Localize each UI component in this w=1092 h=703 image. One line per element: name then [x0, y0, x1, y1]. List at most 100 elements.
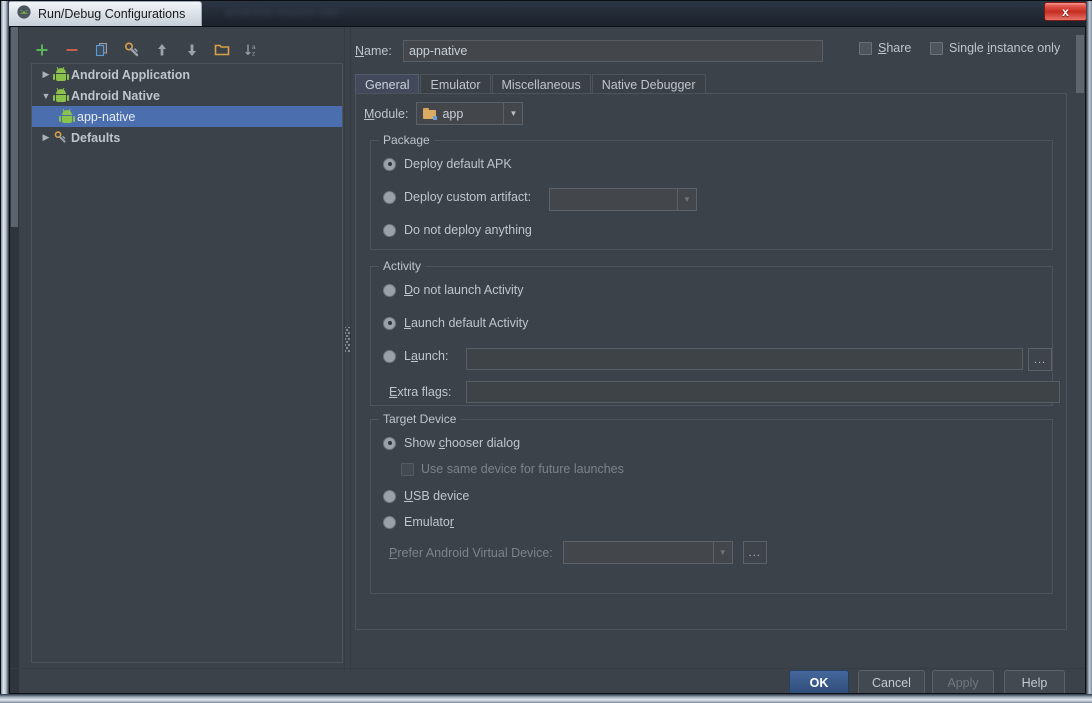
- configurations-tree[interactable]: ▶ Android Application ▼ Android Native a…: [31, 63, 343, 663]
- window-frame-right: [1086, 1, 1092, 702]
- radio-label: Deploy default APK: [404, 157, 512, 171]
- tab-emulator[interactable]: Emulator: [420, 74, 491, 94]
- checkbox-box[interactable]: [401, 462, 414, 476]
- tab-general[interactable]: General: [355, 74, 420, 94]
- help-button[interactable]: Help: [1004, 670, 1065, 696]
- module-dropdown-value: app: [417, 107, 503, 121]
- radio-button[interactable]: [383, 190, 396, 204]
- tree-node-label: Android Application: [71, 67, 190, 82]
- prefer-avd-browse-button[interactable]: ...: [742, 541, 767, 564]
- radio-button[interactable]: [383, 316, 396, 330]
- radio-label: Launch:: [404, 349, 449, 363]
- activity-group-title: Activity: [379, 259, 426, 273]
- right-scrollbar[interactable]: [1075, 27, 1085, 693]
- left-scrollbar-thumb[interactable]: [11, 27, 18, 227]
- tree-node-android-native[interactable]: ▼ Android Native: [32, 85, 342, 106]
- module-row: Module: app ▼: [364, 102, 524, 125]
- share-checkbox[interactable]: Share: [859, 41, 911, 55]
- chevron-down-icon[interactable]: ▼: [503, 103, 522, 124]
- radio-label: Show chooser dialog: [404, 436, 521, 450]
- radio-emulator[interactable]: Emulator: [383, 515, 454, 529]
- dialog-footer: OK Cancel Apply Help: [10, 670, 1085, 696]
- launch-activity-browse-button[interactable]: ...: [1028, 348, 1052, 371]
- radio-launch-specific-activity[interactable]: Launch:: [383, 349, 449, 363]
- prefer-avd-label: Prefer Android Virtual Device:: [389, 545, 553, 560]
- tab-native-debugger[interactable]: Native Debugger: [591, 74, 706, 94]
- apply-button[interactable]: Apply: [932, 670, 994, 696]
- prefer-avd-row: Prefer Android Virtual Device: ▼ ...: [389, 541, 767, 564]
- single-instance-only-checkbox[interactable]: Single instance only: [930, 41, 1060, 55]
- left-scrollbar[interactable]: [10, 27, 19, 693]
- radio-button[interactable]: [383, 157, 396, 171]
- radio-usb-device[interactable]: USB device: [383, 489, 469, 503]
- edit-defaults-wrench-icon[interactable]: [121, 40, 142, 61]
- title-bar: android-studio-ide Run/Debug Configurati…: [0, 0, 1092, 27]
- tree-node-label: Defaults: [71, 130, 121, 145]
- tree-node-defaults[interactable]: ▶ Defaults: [32, 127, 342, 148]
- radio-do-not-launch-activity[interactable]: Do not launch Activity: [383, 283, 524, 297]
- use-same-device-checkbox[interactable]: Use same device for future launches: [401, 462, 624, 476]
- radio-button[interactable]: [383, 349, 396, 363]
- tree-node-label: app-native: [77, 109, 136, 124]
- tree-node-app-native[interactable]: app-native: [32, 106, 342, 127]
- custom-artifact-dropdown[interactable]: ▼: [549, 188, 697, 211]
- radio-button[interactable]: [383, 436, 396, 450]
- radio-label: Deploy custom artifact:: [404, 190, 532, 204]
- launch-activity-input[interactable]: [466, 348, 1023, 370]
- close-icon[interactable]: x: [1044, 2, 1087, 21]
- tab-miscellaneous[interactable]: Miscellaneous: [491, 74, 591, 94]
- chevron-down-icon[interactable]: ▼: [712, 542, 732, 563]
- radio-deploy-default-apk[interactable]: Deploy default APK: [383, 157, 512, 171]
- expand-collapse-icon[interactable]: ▶: [38, 132, 54, 143]
- create-folder-icon[interactable]: [211, 40, 232, 61]
- right-scrollbar-thumb[interactable]: [1076, 35, 1084, 93]
- module-dropdown[interactable]: app ▼: [416, 102, 524, 125]
- name-label: Name:: [355, 44, 392, 58]
- prefer-avd-dropdown[interactable]: ▼: [562, 541, 733, 564]
- configurations-panel: a z ▶ Android Application ▼ Android Nati…: [19, 27, 343, 672]
- radio-button[interactable]: [383, 515, 396, 529]
- configurations-toolbar: a z: [31, 37, 262, 63]
- radio-show-chooser-dialog[interactable]: Show chooser dialog: [383, 436, 520, 450]
- configuration-editor-panel: Name: app-native Share Single instance o…: [346, 27, 1076, 672]
- share-label: Share: [878, 41, 912, 55]
- checkbox-box[interactable]: [930, 41, 943, 55]
- tree-node-android-application[interactable]: ▶ Android Application: [32, 64, 342, 85]
- extra-flags-input[interactable]: [466, 381, 1060, 403]
- copy-configuration-icon[interactable]: [91, 40, 112, 61]
- window-frame-left: [1, 1, 9, 702]
- move-up-icon[interactable]: [151, 40, 172, 61]
- move-down-icon[interactable]: [181, 40, 202, 61]
- expand-collapse-icon[interactable]: ▼: [38, 91, 54, 101]
- add-configuration-button[interactable]: [31, 40, 52, 61]
- module-value-text: app: [442, 106, 464, 121]
- radio-label: USB device: [404, 489, 470, 503]
- use-same-device-label: Use same device for future launches: [421, 462, 624, 476]
- radio-deploy-custom-artifact[interactable]: Deploy custom artifact:: [383, 190, 531, 204]
- background-window-title: android-studio-ide: [225, 5, 340, 19]
- package-group: Package Deploy default APK Deploy custom…: [370, 133, 1053, 250]
- remove-configuration-button[interactable]: [61, 40, 82, 61]
- run-debug-configurations-window: android-studio-ide Run/Debug Configurati…: [0, 0, 1092, 703]
- radio-do-not-deploy-anything[interactable]: Do not deploy anything: [383, 223, 532, 237]
- chevron-down-icon[interactable]: ▼: [677, 189, 696, 210]
- radio-launch-default-activity[interactable]: Launch default Activity: [383, 316, 528, 330]
- ok-button[interactable]: OK: [789, 670, 849, 696]
- radio-button[interactable]: [383, 283, 396, 297]
- expand-collapse-icon[interactable]: ▶: [38, 69, 54, 80]
- window-title: Run/Debug Configurations: [38, 7, 186, 21]
- android-icon: [52, 66, 69, 81]
- sort-alphabetically-icon[interactable]: a z: [241, 40, 262, 61]
- footer-separator: [10, 668, 1085, 669]
- checkbox-box[interactable]: [859, 41, 872, 55]
- name-input[interactable]: app-native: [403, 40, 823, 62]
- extra-flags-label: Extra flags:: [389, 385, 452, 399]
- android-icon: [52, 87, 69, 102]
- target-device-group-title: Target Device: [379, 412, 461, 426]
- cancel-button[interactable]: Cancel: [858, 670, 925, 696]
- radio-button[interactable]: [383, 489, 396, 503]
- radio-button[interactable]: [383, 223, 396, 237]
- svg-text:z: z: [252, 51, 255, 58]
- radio-label: Do not deploy anything: [404, 223, 532, 237]
- module-folder-icon: [423, 107, 438, 120]
